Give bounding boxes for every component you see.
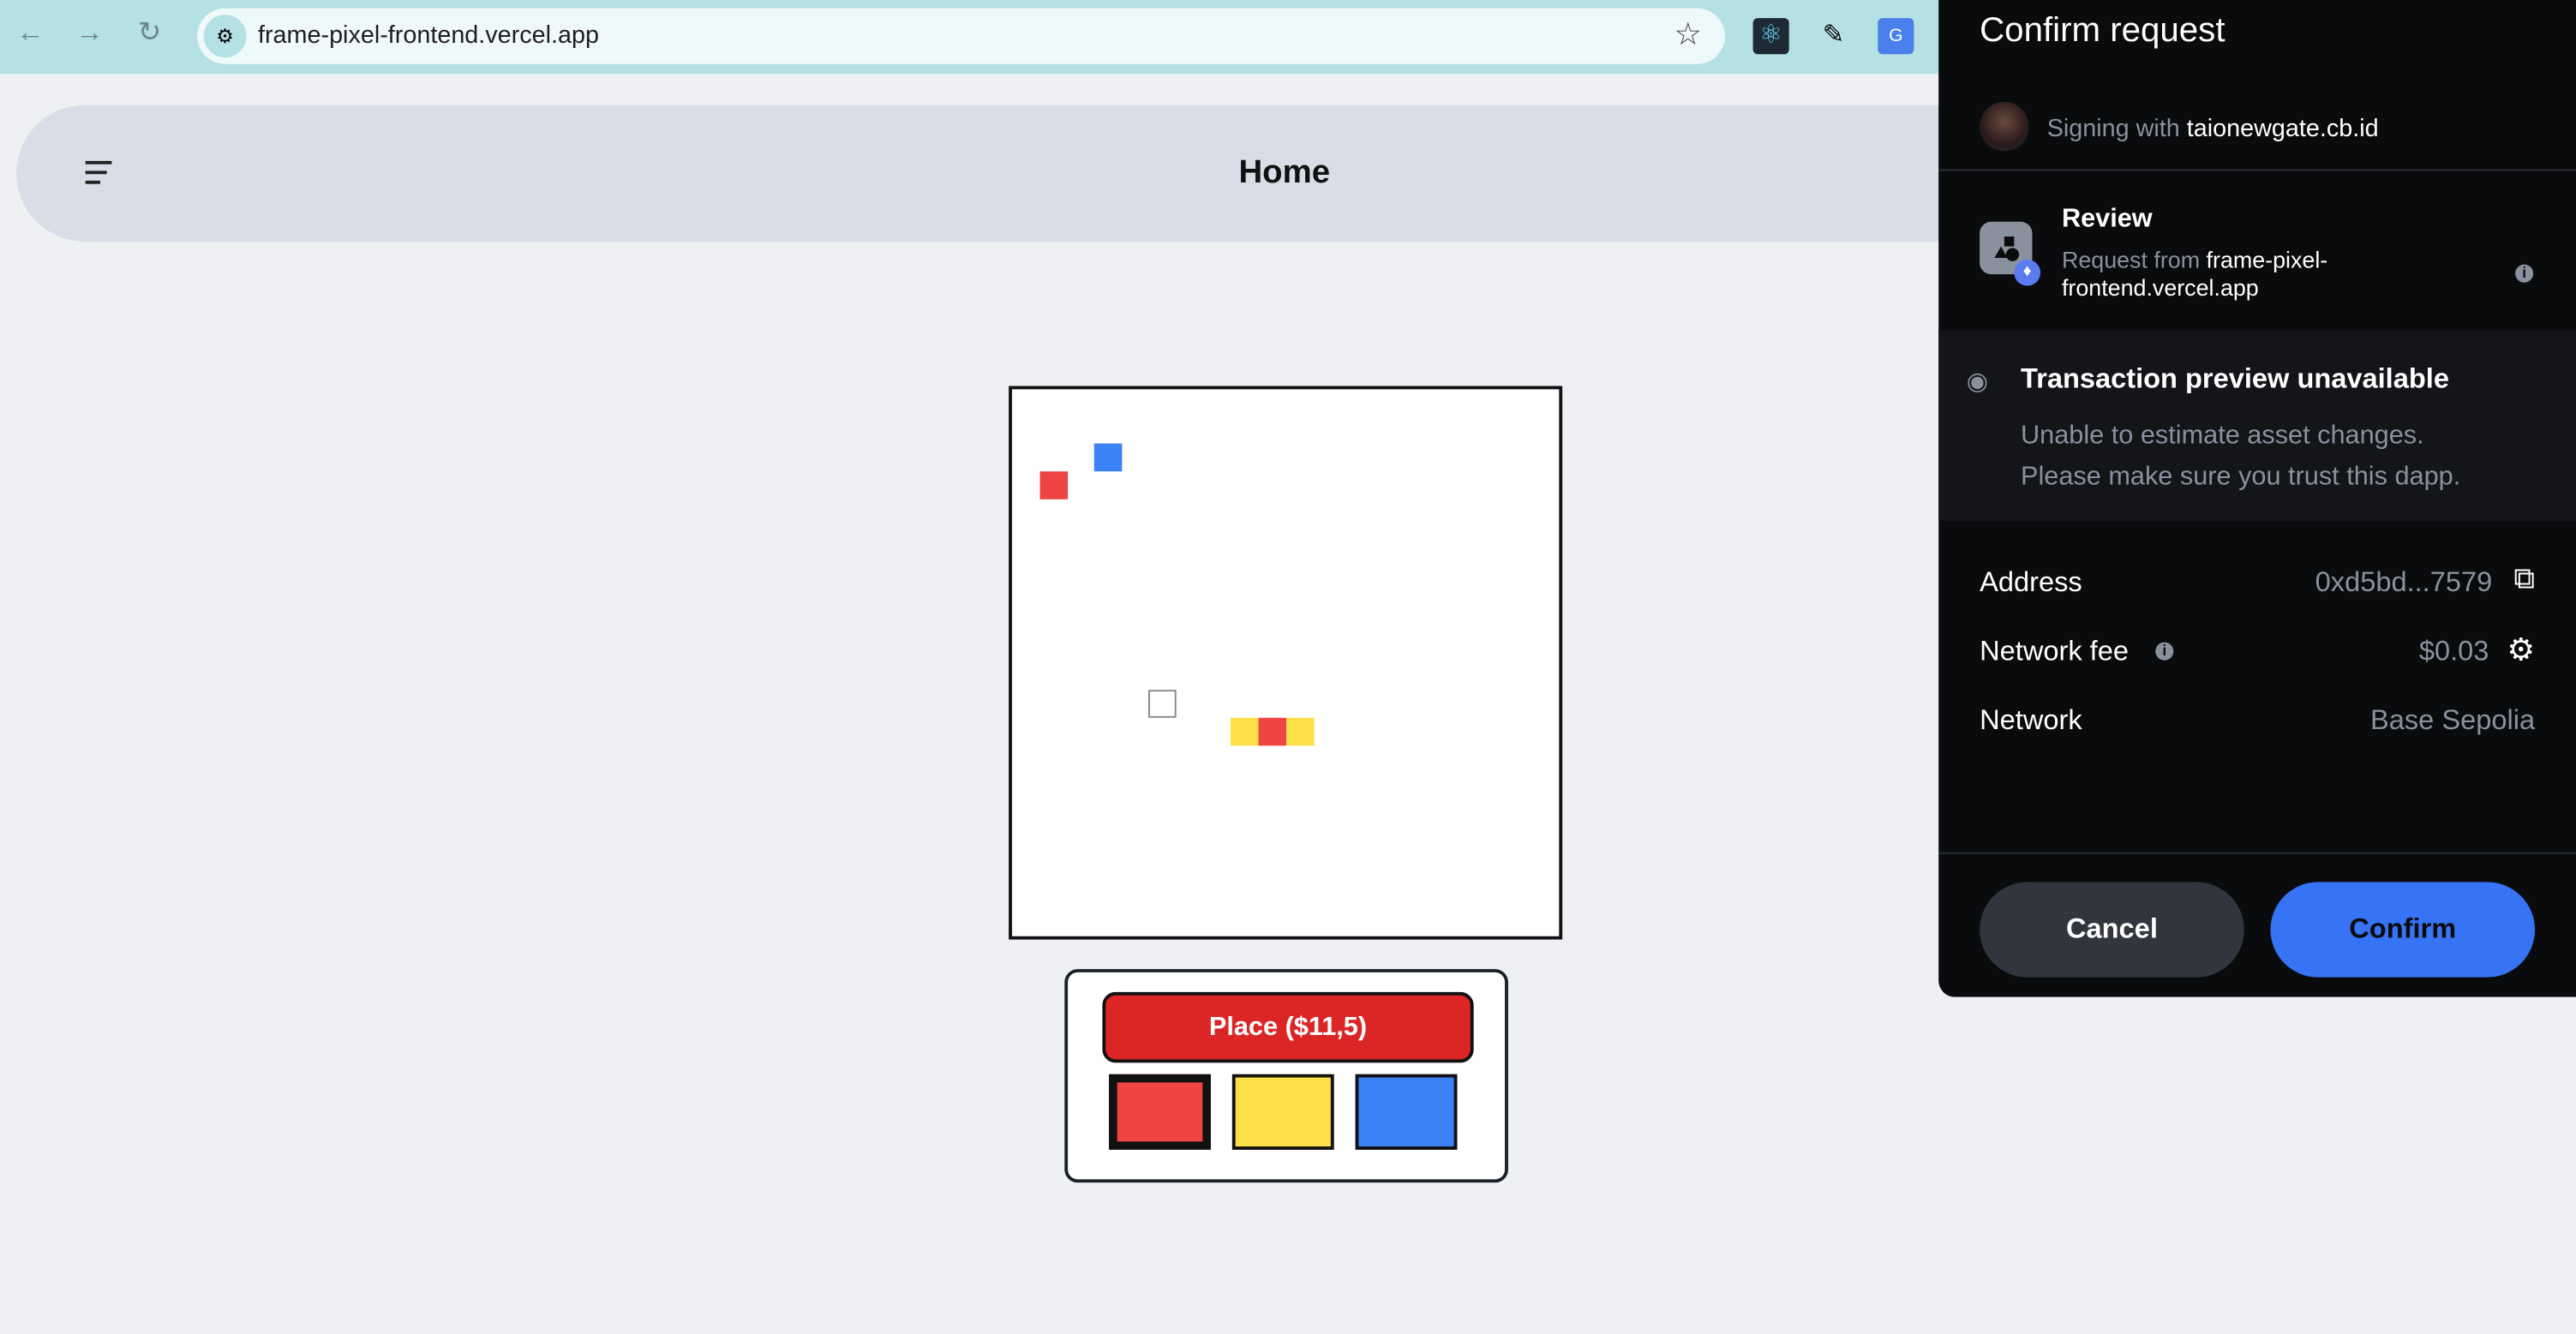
confirm-request-popup: Confirm request Signing with taionewgate… <box>1938 0 2576 997</box>
network-label: Network <box>1980 704 2082 736</box>
color-swatch-red[interactable] <box>1109 1074 1211 1150</box>
pixel[interactable] <box>1039 471 1068 500</box>
google-translate-icon[interactable]: G <box>1878 18 1914 55</box>
app-header: Home <box>16 105 2153 242</box>
preview-line-2: Please make sure you trust this dapp. <box>2021 463 2461 492</box>
bookmark-star-icon[interactable]: ☆ <box>1674 16 1702 54</box>
url-text[interactable]: frame-pixel-frontend.vercel.app <box>258 21 599 50</box>
request-prefix: Request from <box>2061 246 2201 273</box>
address-value: 0xd5bd...7579 <box>2315 566 2493 598</box>
address-row: Address 0xd5bd...7579 ⧉ <box>1980 562 2535 599</box>
cancel-button[interactable]: Cancel <box>1980 882 2244 978</box>
pixel-canvas[interactable] <box>1009 386 1563 940</box>
review-title: Review <box>2061 205 2153 234</box>
page-title: Home <box>1238 154 1331 191</box>
network-fee-row: Network fee i $0.03 ⚙ <box>1980 634 2535 668</box>
network-row: Network Base Sepolia <box>1980 704 2535 737</box>
divider <box>1938 852 2576 854</box>
fee-value: $0.03 <box>2418 635 2489 667</box>
place-button[interactable]: Place ($11,5) <box>1102 991 1474 1063</box>
pixel[interactable] <box>1231 717 1259 745</box>
info-icon[interactable]: i <box>2515 264 2534 283</box>
forward-icon[interactable]: → <box>75 16 104 49</box>
hover-cursor-pixel[interactable] <box>1148 690 1177 719</box>
popup-title: Confirm request <box>1980 11 2226 50</box>
color-swatch-yellow[interactable] <box>1231 1074 1334 1150</box>
preview-line-1: Unable to estimate asset changes. <box>2021 422 2424 451</box>
gear-icon[interactable]: ⚙ <box>2507 632 2535 670</box>
address-label: Address <box>1980 566 2082 598</box>
divider <box>1938 169 2576 171</box>
address-bar[interactable]: ⚙ frame-pixel-frontend.vercel.app ☆ <box>197 8 1725 64</box>
transaction-preview: ◉ Transaction preview unavailable Unable… <box>1938 330 2576 521</box>
site-settings-icon[interactable]: ⚙ <box>203 15 247 58</box>
color-swatch-blue[interactable] <box>1355 1074 1458 1150</box>
eyedropper-icon[interactable]: ✎ <box>1815 18 1851 54</box>
react-devtools-icon[interactable]: ⚛ <box>1752 18 1789 55</box>
confirm-button[interactable]: Confirm <box>2270 882 2536 978</box>
reload-icon[interactable]: ↻ <box>138 16 161 49</box>
pixel[interactable] <box>1258 717 1286 745</box>
preview-title: Transaction preview unavailable <box>2021 362 2449 395</box>
account-name: taionewgate.cb.id <box>2186 115 2379 143</box>
place-controls: Place ($11,5) <box>1064 969 1508 1183</box>
external-link-icon[interactable]: ⧉ <box>2513 562 2535 596</box>
network-value: Base Sepolia <box>2370 704 2536 736</box>
ethereum-icon: ♦ <box>2014 259 2041 286</box>
menu-icon[interactable] <box>85 160 112 191</box>
fee-label: Network fee <box>1980 635 2129 667</box>
back-icon[interactable]: ← <box>16 16 45 49</box>
eye-icon: ◉ <box>1966 368 1988 397</box>
avatar <box>1980 101 2029 152</box>
pixel[interactable] <box>1093 444 1123 472</box>
signing-prefix: Signing with <box>2046 115 2180 143</box>
info-icon[interactable]: i <box>2155 642 2174 661</box>
pixel[interactable] <box>1285 717 1314 745</box>
